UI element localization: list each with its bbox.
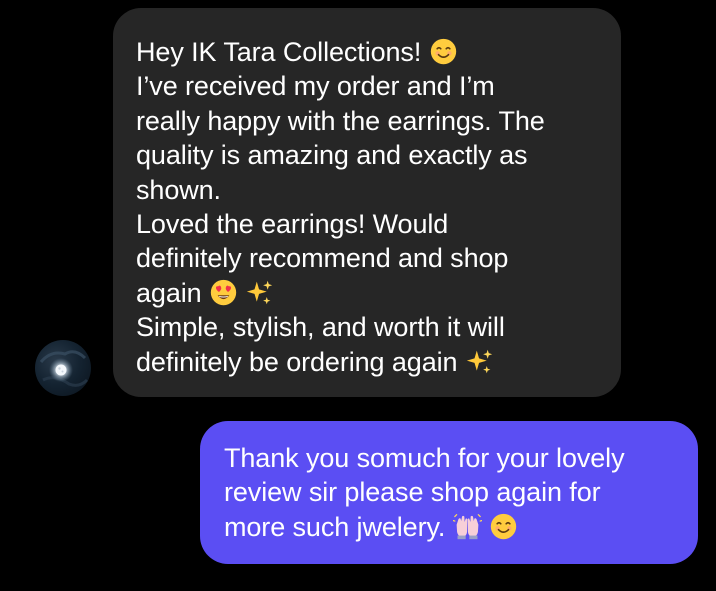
raising-hands-icon xyxy=(452,512,482,541)
incoming-message-bubble[interactable]: Hey IK Tara Collections! I’ve received m… xyxy=(113,8,621,397)
outgoing-message-line: review sir please shop again for xyxy=(224,477,601,508)
outgoing-message-bubble[interactable]: Thank you somuch for your lovely review … xyxy=(200,421,698,564)
sender-avatar[interactable] xyxy=(35,340,91,396)
incoming-message-line: I’ve received my order and I’m xyxy=(136,71,495,102)
outgoing-message-text: more such jwelery. xyxy=(224,511,446,542)
heart-eyes-face-icon xyxy=(209,278,238,307)
incoming-message-text: again xyxy=(136,277,202,308)
sparkles-icon xyxy=(245,278,274,307)
incoming-message-line: Hey IK Tara Collections! xyxy=(136,35,601,69)
incoming-message-line: again xyxy=(136,276,601,310)
incoming-message-text: Hey IK Tara Collections! xyxy=(136,37,422,67)
smiling-face-icon xyxy=(489,512,518,541)
incoming-message-line: definitely be ordering again xyxy=(136,345,601,379)
incoming-message-text: definitely be ordering again xyxy=(136,346,458,377)
outgoing-message-line: more such jwelery. xyxy=(224,510,680,544)
outgoing-message-line: Thank you somuch for your lovely xyxy=(224,443,625,473)
incoming-message-line: quality is amazing and exactly as xyxy=(136,140,528,171)
incoming-message-line: Simple, stylish, and worth it will xyxy=(136,312,505,343)
chat-thread: Hey IK Tara Collections! I’ve received m… xyxy=(0,0,716,591)
incoming-message-line: shown. xyxy=(136,174,221,205)
smiling-face-icon xyxy=(429,37,458,66)
sparkles-icon xyxy=(465,347,494,376)
incoming-message-line: really happy with the earrings. The xyxy=(136,105,545,136)
moon-avatar-icon xyxy=(39,350,89,387)
incoming-message-line: Loved the earrings! Would xyxy=(136,209,449,240)
incoming-message-line: definitely recommend and shop xyxy=(136,243,509,274)
